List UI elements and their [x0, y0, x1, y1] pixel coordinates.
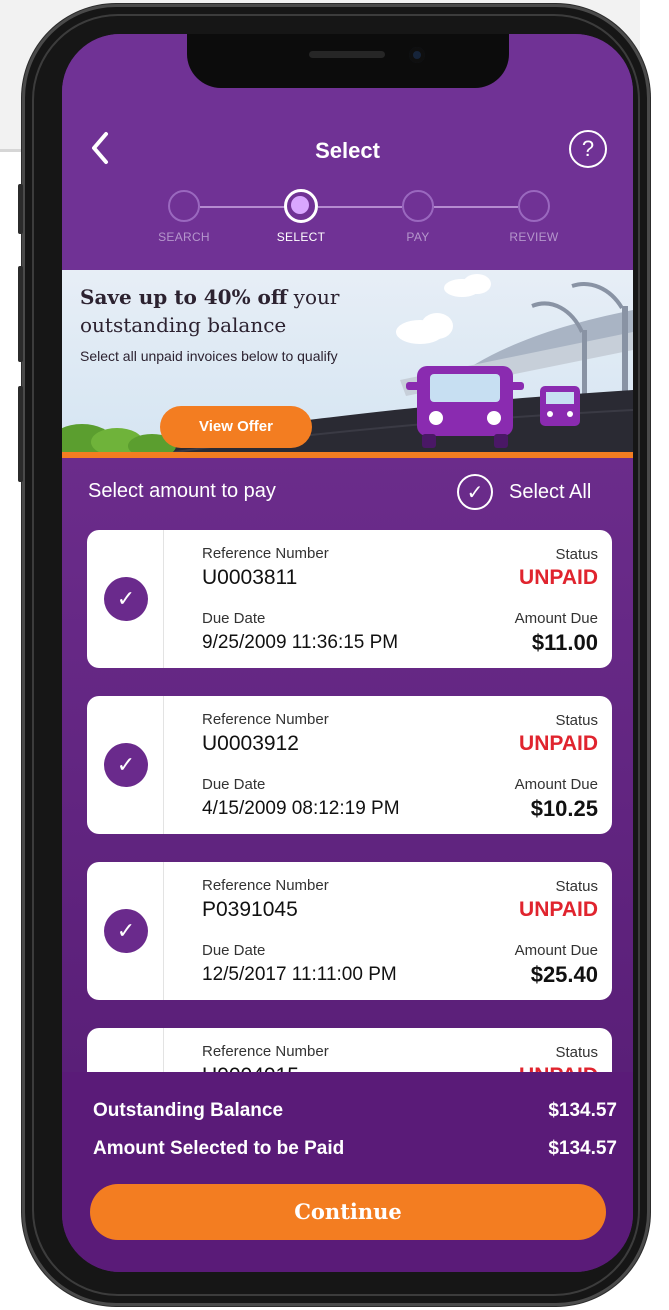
page-title: Select [315, 138, 380, 163]
status-value: UNPAID [519, 566, 598, 589]
amount-due-label: Amount Due [514, 610, 598, 627]
step-select-indicator [284, 189, 318, 223]
amount-due-value: $10.25 [530, 796, 598, 821]
step-review-indicator [518, 190, 550, 222]
status-value: UNPAID [519, 1064, 598, 1072]
outstanding-balance-value: $134.57 [548, 1100, 617, 1121]
reference-number: U0004015 [202, 1064, 299, 1072]
invoice-list[interactable]: Select amount to pay ✓ Select All ✓ Refe… [62, 458, 633, 1072]
amount-due-value: $25.40 [530, 962, 598, 987]
amount-selected-value: $134.57 [548, 1138, 617, 1159]
step-search-indicator [168, 190, 200, 222]
card-divider [163, 1028, 164, 1072]
invoice-card[interactable]: ✓ Reference Number P0391045 Status UNPAI… [87, 862, 612, 1000]
silent-switch [18, 184, 23, 234]
step-connector [434, 206, 518, 208]
amount-due-value: $11.00 [531, 630, 598, 655]
reference-label: Reference Number [202, 1043, 329, 1060]
card-divider [163, 530, 164, 668]
select-amount-label: Select amount to pay [88, 480, 276, 502]
step-pay-indicator [402, 190, 434, 222]
promo-banner: Save up to 40% off your outstanding bala… [62, 270, 633, 454]
camera [409, 47, 425, 63]
select-all-label: Select All [509, 480, 592, 503]
reference-label: Reference Number [202, 545, 329, 562]
view-offer-button[interactable]: View Offer [160, 406, 312, 448]
status-label: Status [555, 546, 598, 563]
due-date-label: Due Date [202, 776, 266, 793]
step-search-label: SEARCH [158, 230, 210, 244]
status-value: UNPAID [519, 898, 598, 921]
due-date-value: 9/25/2009 11:36:15 PM [202, 632, 399, 653]
status-label: Status [555, 1044, 598, 1061]
reference-label: Reference Number [202, 877, 329, 894]
checkmark-icon[interactable]: ✓ [104, 743, 148, 787]
step-review-label: REVIEW [509, 230, 559, 244]
reference-number: U0003912 [202, 732, 299, 755]
status-label: Status [555, 712, 598, 729]
reference-number: P0391045 [202, 898, 298, 921]
notch [187, 34, 509, 88]
help-icon[interactable]: ? [569, 130, 607, 168]
amount-due-label: Amount Due [514, 776, 598, 793]
payment-summary: Outstanding Balance $134.57 Amount Selec… [62, 1072, 633, 1272]
amount-due-label: Amount Due [514, 942, 598, 959]
volume-up-button [18, 266, 23, 362]
banner-headline-bold: Save up to 40% off [80, 285, 288, 309]
app-screen: Select ? SEARCH SELECT PAY REVIEW Save u… [62, 34, 633, 1272]
reference-number: U0003811 [202, 566, 298, 589]
outstanding-balance-row: Outstanding Balance $134.57 [93, 1100, 617, 1122]
step-pay-label: PAY [406, 230, 430, 244]
checkmark-icon[interactable]: ✓ [104, 577, 148, 621]
banner-headline: Save up to 40% off your outstanding bala… [80, 283, 410, 339]
outstanding-balance-label: Outstanding Balance [93, 1100, 284, 1121]
due-date-value: 12/5/2017 11:11:00 PM [202, 964, 397, 985]
invoice-card[interactable]: ✓ Reference Number U0003912 Status UNPAI… [87, 696, 612, 834]
continue-button[interactable]: Continue [90, 1184, 606, 1240]
reference-label: Reference Number [202, 711, 329, 728]
check-circle-icon: ✓ [457, 474, 493, 510]
amount-selected-label: Amount Selected to be Paid [93, 1138, 345, 1159]
amount-selected-row: Amount Selected to be Paid $134.57 [93, 1138, 617, 1160]
step-select-label: SELECT [276, 230, 326, 244]
due-date-label: Due Date [202, 610, 266, 627]
card-divider [163, 696, 164, 834]
step-connector [318, 206, 402, 208]
select-all-toggle[interactable]: ✓ Select All [457, 474, 591, 510]
invoice-card[interactable]: Reference Number U0004015 Status UNPAID [87, 1028, 612, 1072]
due-date-label: Due Date [202, 942, 266, 959]
step-connector [200, 206, 286, 208]
invoice-card[interactable]: ✓ Reference Number U0003811 Status UNPAI… [87, 530, 612, 668]
volume-down-button [18, 386, 23, 482]
status-value: UNPAID [519, 732, 598, 755]
banner-subtext: Select all unpaid invoices below to qual… [80, 348, 338, 364]
status-label: Status [555, 878, 598, 895]
speaker [309, 51, 385, 58]
due-date-value: 4/15/2009 08:12:19 PM [202, 798, 400, 819]
checkmark-icon[interactable]: ✓ [104, 909, 148, 953]
card-divider [163, 862, 164, 1000]
